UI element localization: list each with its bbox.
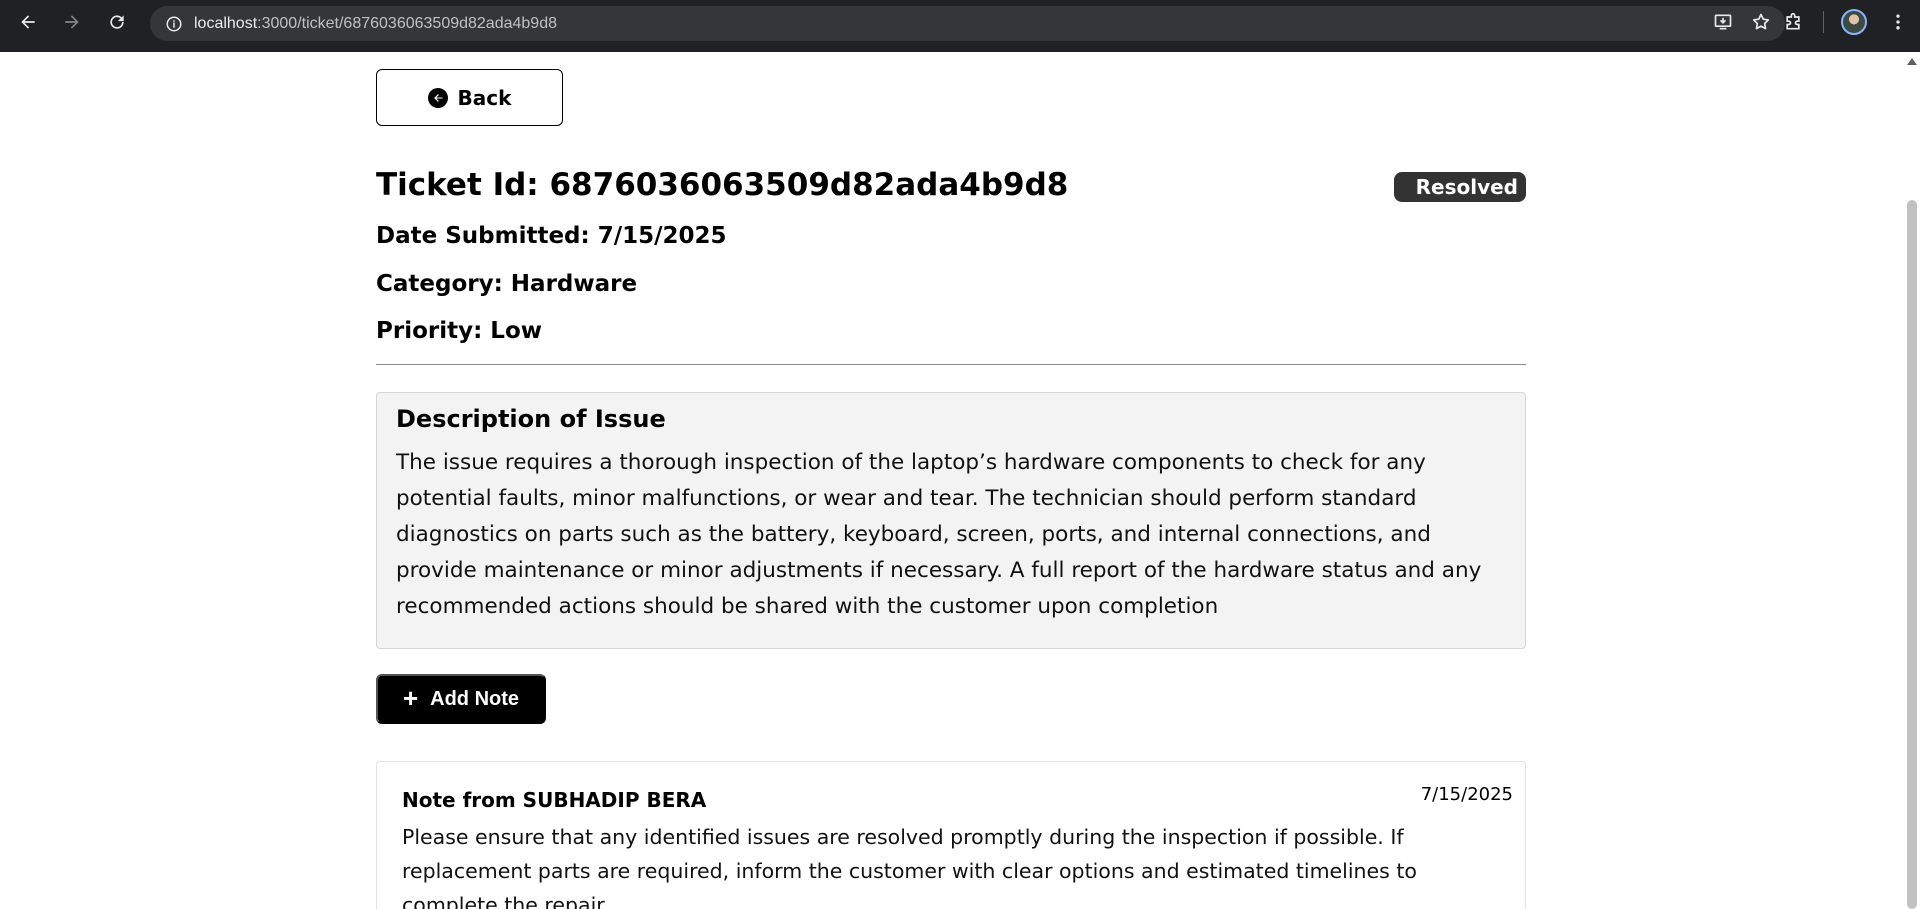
browser-forward-button[interactable]	[50, 0, 94, 44]
info-icon[interactable]	[156, 6, 192, 41]
note-card: Note from SUBHADIP BERA 7/15/2025 Please…	[376, 761, 1526, 909]
install-app-icon[interactable]	[1713, 12, 1733, 36]
date-submitted: Date Submitted: 7/15/2025	[376, 223, 727, 249]
description-heading: Description of Issue	[396, 405, 666, 433]
note-text: Please ensure that any identified issues…	[402, 825, 1417, 909]
kebab-menu-icon[interactable]	[1876, 0, 1920, 44]
arrow-right-icon	[65, 15, 79, 29]
star-icon[interactable]	[1751, 12, 1771, 36]
url-text[interactable]: localhost:3000/ticket/6876036063509d82ad…	[194, 15, 557, 33]
circle-arrow-left-icon	[427, 87, 448, 108]
scrollbar-thumb[interactable]	[1907, 200, 1917, 909]
divider	[376, 364, 1526, 365]
priority: Priority: Low	[376, 318, 543, 344]
browser-toolbar: localhost:3000/ticket/6876036063509d82ad…	[0, 0, 1920, 52]
note-author: Note from SUBHADIP BERA	[402, 788, 707, 812]
arrow-left-icon	[21, 15, 35, 29]
add-note-label: Add Note	[430, 687, 520, 710]
back-button[interactable]: Back	[376, 69, 563, 126]
toolbar-separator	[1823, 11, 1824, 33]
note-date: 7/15/2025	[1420, 784, 1513, 805]
page-viewport: Back Ticket Id: 6876036063509d82ada4b9d8…	[0, 52, 1904, 909]
category: Category: Hardware	[376, 271, 638, 297]
puzzle-icon[interactable]	[1771, 0, 1815, 44]
browser-reload-button[interactable]	[95, 0, 139, 44]
add-note-button[interactable]: + Add Note	[376, 674, 546, 724]
avatar	[1841, 9, 1867, 35]
plus-icon: +	[402, 683, 419, 713]
description-box: Description of Issue The issue requires …	[376, 392, 1526, 649]
url-host: localhost	[194, 14, 258, 32]
ticket-title: Ticket Id: 6876036063509d82ada4b9d8	[376, 167, 1069, 203]
scroll-up-arrow[interactable]	[1907, 58, 1917, 65]
status-badge: Resolved	[1393, 172, 1526, 202]
address-bar[interactable]: localhost:3000/ticket/6876036063509d82ad…	[150, 6, 1785, 41]
profile-avatar[interactable]	[1832, 0, 1876, 44]
browser-back-button[interactable]	[6, 0, 50, 44]
url-path: :3000/ticket/6876036063509d82ada4b9d8	[257, 14, 557, 32]
reload-icon	[110, 15, 124, 29]
description-text: The issue requires a thorough inspection…	[396, 450, 1482, 619]
back-button-label: Back	[457, 85, 512, 110]
